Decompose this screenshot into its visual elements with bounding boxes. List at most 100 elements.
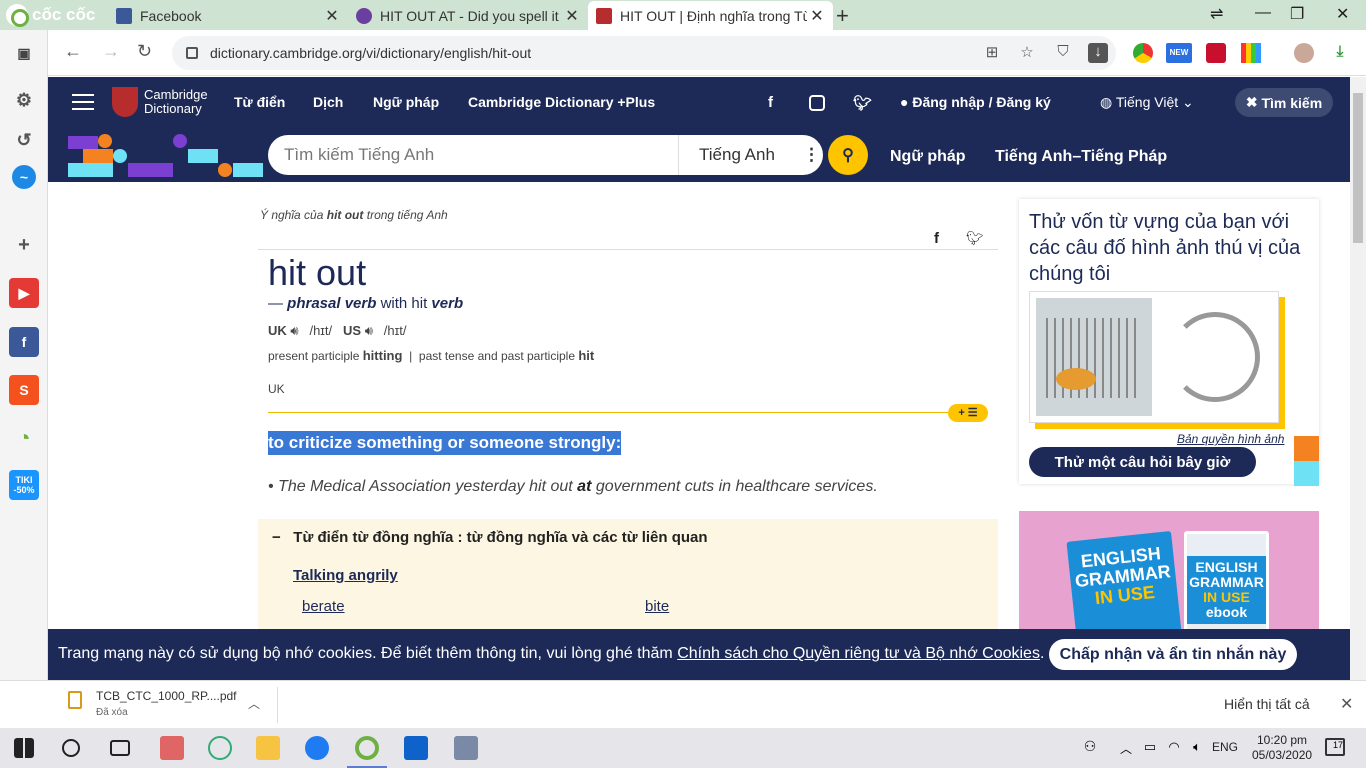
extension-chrome-icon[interactable] bbox=[1133, 43, 1153, 63]
login-link[interactable]: ● Đăng nhập / Đăng ký bbox=[900, 94, 1051, 110]
tab-close-icon[interactable]: ✕ bbox=[322, 6, 342, 26]
share-facebook-icon[interactable]: f bbox=[934, 230, 939, 247]
quiz-start-button[interactable]: Thử một câu hỏi bây giờ bbox=[1029, 447, 1256, 477]
windows-start-icon[interactable] bbox=[14, 738, 34, 758]
tab-hit-out-cambridge[interactable]: HIT OUT | Định nghĩa trong Từ ✕ bbox=[588, 1, 833, 30]
extension-new-icon[interactable]: NEW bbox=[1166, 43, 1192, 63]
close-download-bar-icon[interactable]: ✕ bbox=[1340, 694, 1353, 714]
battery-icon[interactable]: ▭ bbox=[1138, 739, 1162, 763]
reload-icon[interactable]: ↻ bbox=[137, 41, 152, 62]
app-tool-icon[interactable] bbox=[160, 736, 184, 760]
tiki-icon[interactable]: TIKI -50% bbox=[9, 470, 39, 500]
thesaurus-word-bite[interactable]: bite bbox=[645, 598, 669, 615]
nav-dictionary[interactable]: Từ điển bbox=[234, 94, 285, 110]
grammar-link[interactable]: Ngữ pháp bbox=[890, 148, 966, 166]
cookie-policy-link[interactable]: Chính sách cho Quyền riêng tư và Bộ nhớ … bbox=[677, 645, 1040, 662]
extension-red-icon[interactable] bbox=[1206, 43, 1226, 63]
close-window-icon[interactable]: ✕ bbox=[1336, 4, 1349, 24]
chevron-up-icon[interactable]: ︿ bbox=[248, 695, 260, 712]
tab-facebook[interactable]: Facebook ✕ bbox=[108, 1, 348, 30]
nav-translate[interactable]: Dịch bbox=[313, 94, 343, 110]
outlook-icon[interactable] bbox=[404, 736, 428, 760]
app-paint-icon[interactable] bbox=[208, 736, 232, 760]
pos-label[interactable]: phrasal verb bbox=[287, 295, 376, 312]
download-page-icon[interactable]: ↓ bbox=[1088, 43, 1108, 63]
zalo-icon[interactable] bbox=[305, 736, 329, 760]
menu-icon[interactable] bbox=[72, 94, 94, 110]
thesaurus-word-berate[interactable]: berate bbox=[302, 598, 345, 615]
new-tab-icon[interactable]: + bbox=[836, 3, 849, 29]
tab-close-icon[interactable]: ✕ bbox=[562, 6, 582, 26]
people-icon[interactable]: ⚇ bbox=[1078, 738, 1102, 762]
extension-color-icon[interactable] bbox=[1241, 43, 1261, 63]
twitter-icon[interactable]: 🐦︎ bbox=[853, 94, 872, 112]
forward-icon[interactable]: → bbox=[102, 41, 120, 62]
tray-chevron-icon[interactable]: ︿ bbox=[1114, 740, 1138, 764]
coccoc-icon[interactable]: ◔ bbox=[9, 423, 39, 453]
quiz-image[interactable] bbox=[1029, 291, 1279, 423]
nav-plus[interactable]: Cambridge Dictionary +Plus bbox=[468, 94, 655, 110]
profile-avatar-icon[interactable] bbox=[1294, 43, 1314, 63]
us-ipa: /hɪt/ bbox=[383, 323, 407, 338]
input-language[interactable]: ENG bbox=[1212, 740, 1238, 754]
youtube-icon[interactable]: ▶ bbox=[9, 278, 39, 308]
coccoc-logo[interactable]: cốc cốc bbox=[6, 3, 106, 27]
search-submit-icon[interactable]: ⚲ bbox=[828, 135, 868, 175]
app-settings-icon[interactable] bbox=[454, 736, 478, 760]
history-icon[interactable]: ↺ bbox=[9, 125, 39, 155]
shopee-icon[interactable]: S bbox=[9, 375, 39, 405]
task-view-icon[interactable] bbox=[110, 740, 130, 756]
settings-gear-icon[interactable]: ⚙ bbox=[9, 85, 39, 115]
bookmark-star-icon[interactable]: ☆ bbox=[1017, 43, 1037, 63]
logo-line-2: Dictionary bbox=[144, 101, 202, 116]
back-icon[interactable]: ← bbox=[64, 41, 82, 62]
sidebar-panel-icon[interactable]: ▣ bbox=[9, 38, 39, 68]
decor-block bbox=[83, 149, 113, 163]
file-explorer-icon[interactable] bbox=[256, 736, 280, 760]
facebook-icon[interactable]: f bbox=[9, 327, 39, 357]
thesaurus-toggle[interactable]: − Từ điển từ đồng nghĩa : từ đồng nghĩa … bbox=[272, 529, 708, 546]
tab-hit-out-at[interactable]: HIT OUT AT - Did you spell it ✕ bbox=[348, 1, 588, 30]
search-language-select[interactable]: Tiếng Anh ⋮ bbox=[678, 135, 823, 175]
restore-icon[interactable]: ❐ bbox=[1290, 4, 1304, 24]
english-french-link[interactable]: Tiếng Anh–Tiếng Pháp bbox=[995, 148, 1167, 166]
tab-list-icon[interactable]: ⇌ bbox=[1210, 4, 1223, 24]
search-toggle-button[interactable]: ✖ Tìm kiếm bbox=[1235, 88, 1333, 117]
us-audio-icon[interactable]: 🔊︎ bbox=[365, 323, 373, 338]
download-arrow-icon[interactable]: ⤓ bbox=[1330, 43, 1350, 63]
add-app-icon[interactable]: + bbox=[9, 230, 39, 260]
share-twitter-icon[interactable]: 🐦︎ bbox=[966, 230, 984, 247]
notification-count: 17 bbox=[1332, 740, 1343, 750]
thesaurus-subheading[interactable]: Talking angrily bbox=[293, 567, 398, 584]
wifi-icon[interactable]: ◠ bbox=[1162, 739, 1186, 763]
translate-icon[interactable]: ⊞ bbox=[982, 43, 1002, 63]
download-item[interactable]: TCB_CTC_1000_RP....pdf Đã xóa ︿ bbox=[60, 687, 278, 723]
notification-center-icon[interactable]: 17 bbox=[1325, 738, 1345, 756]
instagram-icon[interactable] bbox=[809, 95, 825, 111]
pos-verb[interactable]: verb bbox=[431, 295, 463, 312]
tab-close-icon[interactable]: ✕ bbox=[807, 6, 827, 26]
search-icon[interactable] bbox=[62, 739, 80, 757]
facebook-icon[interactable]: f bbox=[768, 94, 773, 111]
image-credits-link[interactable]: Bản quyền hình ảnh bbox=[1177, 432, 1284, 446]
url-field[interactable]: dictionary.cambridge.org/vi/dictionary/e… bbox=[172, 36, 1116, 70]
show-all-downloads-link[interactable]: Hiển thị tất cả bbox=[1224, 696, 1310, 712]
volume-icon[interactable]: 🔈︎ bbox=[1185, 739, 1209, 763]
scrollbar-thumb[interactable] bbox=[1353, 93, 1363, 243]
cambridge-logo[interactable]: Cambridge Dictionary bbox=[112, 87, 208, 117]
more-options-icon: ⋮ bbox=[802, 145, 820, 164]
clock[interactable]: 10:20 pm 05/03/2020 bbox=[1252, 733, 1312, 763]
page-scrollbar[interactable] bbox=[1350, 77, 1366, 680]
nav-grammar[interactable]: Ngữ pháp bbox=[373, 94, 439, 110]
coccoc-taskbar-icon[interactable] bbox=[355, 736, 379, 760]
search-input[interactable]: Tìm kiếm Tiếng Anh bbox=[268, 145, 678, 165]
clock-time: 10:20 pm bbox=[1257, 733, 1308, 747]
uk-audio-icon[interactable]: 🔊︎ bbox=[290, 323, 298, 338]
language-selector[interactable]: ◍ Tiếng Việt ⌄ bbox=[1100, 94, 1194, 111]
cookie-accept-button[interactable]: Chấp nhận và ẩn tin nhắn này bbox=[1049, 639, 1297, 670]
add-to-wordlist-button[interactable]: + ☰ bbox=[948, 404, 988, 422]
shield-icon[interactable]: ⛉ bbox=[1053, 43, 1073, 63]
search-language-label: Tiếng Anh bbox=[699, 145, 775, 164]
minimize-icon[interactable]: — bbox=[1255, 4, 1271, 22]
messenger-icon[interactable]: ~ bbox=[12, 165, 36, 189]
